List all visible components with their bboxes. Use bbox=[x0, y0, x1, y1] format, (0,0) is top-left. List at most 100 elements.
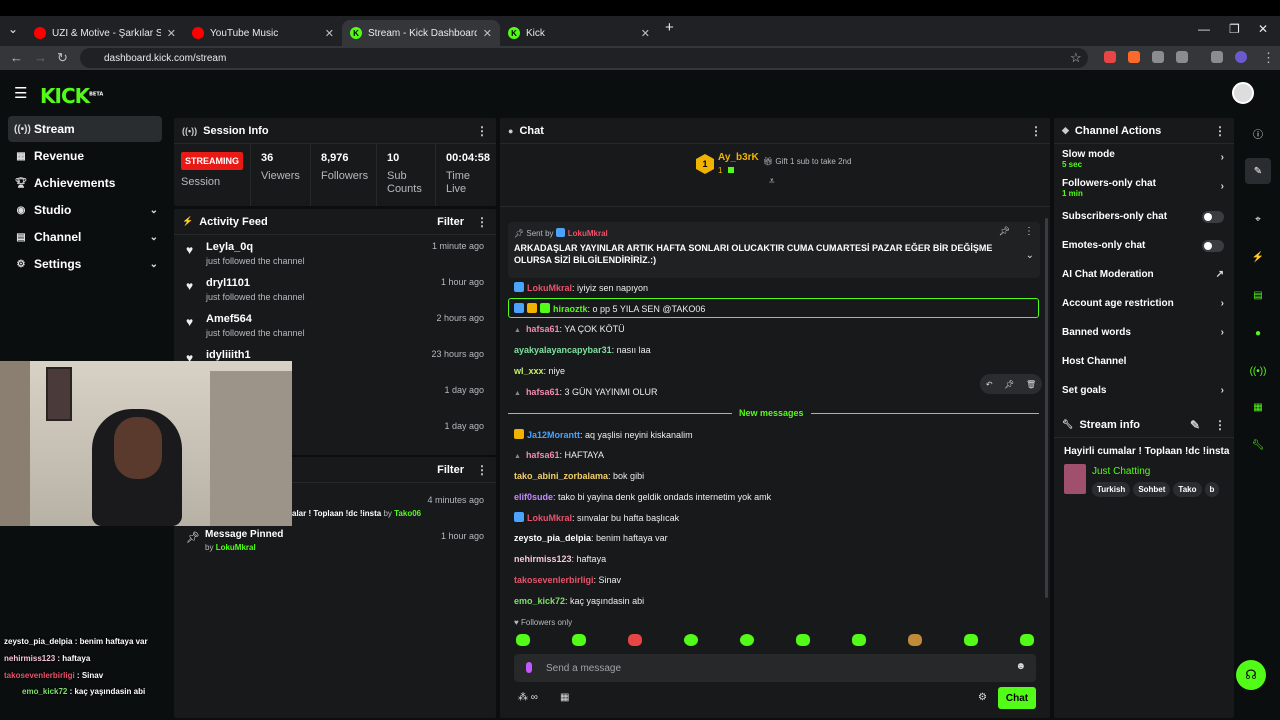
chat-message[interactable]: LokuMkral: iyiyiz sen napıyon bbox=[514, 282, 648, 293]
emotes-only-item[interactable]: Emotes-only chat bbox=[1054, 231, 1234, 260]
chat-message[interactable]: nehirmiss123: haftaya bbox=[514, 554, 606, 564]
tag[interactable]: Turkish bbox=[1092, 482, 1131, 497]
extension-icon[interactable] bbox=[1128, 51, 1140, 63]
chat-input[interactable]: Send a message ☻ bbox=[514, 654, 1036, 682]
new-tab-icon[interactable]: + bbox=[665, 19, 674, 36]
chat-message[interactable]: LokuMkral: sınvalar bu hafta başlıcak bbox=[514, 512, 679, 523]
send-chat-button[interactable]: Chat bbox=[998, 687, 1036, 709]
category-thumbnail[interactable] bbox=[1064, 464, 1086, 494]
emote-icon[interactable] bbox=[684, 634, 698, 646]
chat-user[interactable]: hafsa61 bbox=[526, 387, 560, 397]
chat-message[interactable]: ▲ hafsa61: 3 GÜN YAYINMI OLUR bbox=[514, 387, 658, 397]
emote-icon[interactable] bbox=[796, 634, 810, 646]
chat-user[interactable]: emo_kick72 bbox=[514, 596, 565, 606]
close-window-icon[interactable]: ✕ bbox=[1258, 22, 1268, 36]
banned-words-item[interactable]: Banned words › bbox=[1054, 318, 1234, 347]
microphone-icon[interactable] bbox=[526, 662, 532, 673]
close-icon[interactable]: ✕ bbox=[167, 27, 176, 40]
subscribers-only-item[interactable]: Subscribers-only chat bbox=[1054, 202, 1234, 231]
browser-tab-3[interactable]: K Stream - Kick Dashboard ✕ bbox=[342, 20, 500, 46]
chat-icon[interactable]: ● bbox=[1245, 320, 1271, 346]
extension-icon[interactable] bbox=[1152, 51, 1164, 63]
subscribers-only-toggle[interactable] bbox=[1202, 210, 1224, 223]
sidebar-item-studio[interactable]: ◉ Studio ⌄ bbox=[8, 197, 162, 223]
close-icon[interactable]: ✕ bbox=[483, 27, 492, 40]
chat-settings-gear-icon[interactable]: ⚙ bbox=[978, 692, 987, 703]
chat-message[interactable]: elif0sude: tako bi yayina denk geldik on… bbox=[514, 492, 771, 502]
browser-tab-2[interactable]: YouTube Music ✕ bbox=[184, 20, 342, 46]
tag[interactable]: b bbox=[1204, 482, 1220, 497]
sidebar-item-channel[interactable]: ▤ Channel ⌄ bbox=[8, 224, 162, 250]
chat-user[interactable]: ayakyalayancapybar31 bbox=[514, 345, 612, 355]
chat-message[interactable]: Ja12Morantt: aq yaşlisi neyini kiskanali… bbox=[514, 429, 693, 440]
reply-icon[interactable]: ↶ bbox=[986, 380, 993, 389]
tab-search-icon[interactable]: ⌄ bbox=[8, 22, 18, 36]
account-age-item[interactable]: Account age restriction › bbox=[1054, 289, 1234, 318]
url-input[interactable]: dashboard.kick.com/stream bbox=[80, 48, 1088, 68]
chat-user[interactable]: takosevenlerbirligi bbox=[514, 575, 594, 585]
chat-message[interactable]: takosevenlerbirligi: Sinav bbox=[514, 575, 621, 585]
points-icon[interactable]: ⁂ ∞ bbox=[518, 692, 538, 703]
close-icon[interactable]: ✕ bbox=[325, 27, 334, 40]
chat-message[interactable]: zeysto_pia_delpia: benim haftaya var bbox=[514, 533, 668, 543]
chat-user[interactable]: hiraoztk bbox=[553, 304, 588, 314]
kebab-icon[interactable]: ⋮ bbox=[476, 124, 488, 138]
sidebar-item-stream[interactable]: ((•)) Stream bbox=[8, 116, 162, 142]
chat-user[interactable]: hafsa61 bbox=[526, 324, 560, 334]
event-user[interactable]: LokuMkral bbox=[216, 543, 256, 552]
target-icon[interactable]: ⌖ bbox=[1245, 206, 1271, 232]
chevron-down-icon[interactable]: ⌄ bbox=[1026, 250, 1034, 261]
ai-moderation-item[interactable]: AI Chat Moderation ↗ bbox=[1054, 260, 1234, 289]
kebab-icon[interactable]: ⋮ bbox=[1030, 124, 1042, 138]
support-icon[interactable]: ☊ bbox=[1236, 660, 1266, 690]
minimize-icon[interactable]: — bbox=[1198, 22, 1210, 36]
emote-icon[interactable] bbox=[572, 634, 586, 646]
wrench-icon[interactable]: 🔧︎ bbox=[1245, 432, 1271, 458]
chat-message[interactable]: tako_abini_zorbalama: bok gibi bbox=[514, 471, 644, 481]
chat-user[interactable]: LokuMkral bbox=[527, 283, 572, 293]
emote-icon[interactable] bbox=[628, 634, 642, 646]
kebab-icon[interactable]: ⋮ bbox=[476, 463, 488, 477]
chat-message[interactable]: wl_xxx: niye bbox=[514, 366, 565, 376]
emotes-only-toggle[interactable] bbox=[1202, 239, 1224, 252]
chat-message[interactable]: ▲ hafsa61: HAFTAYA bbox=[514, 450, 604, 460]
emote-icon[interactable] bbox=[516, 634, 530, 646]
event-user[interactable]: Tako06 bbox=[394, 509, 421, 518]
browser-tab-1[interactable]: UZI & Motive - Şarkılar Sokakla ✕ bbox=[26, 20, 184, 46]
pin-icon[interactable]: 📌︎ bbox=[1004, 380, 1014, 389]
tag[interactable]: Tako bbox=[1173, 482, 1202, 497]
emoji-icon[interactable]: ☻ bbox=[1015, 661, 1026, 672]
media-icon[interactable] bbox=[1211, 51, 1223, 63]
browser-tab-4[interactable]: K Kick ✕ bbox=[500, 20, 658, 46]
chat-user[interactable]: zeysto_pia_delpia bbox=[514, 533, 591, 543]
unpin-icon[interactable]: 📌︎ bbox=[999, 226, 1010, 237]
edit-icon[interactable]: ✎ bbox=[1190, 418, 1200, 432]
trash-icon[interactable]: 🗑︎ bbox=[1026, 380, 1036, 389]
chat-user[interactable]: tako_abini_zorbalama bbox=[514, 471, 608, 481]
lightning-icon[interactable]: ⚡ bbox=[1245, 244, 1271, 270]
slow-mode-item[interactable]: Slow mode 5 sec › bbox=[1054, 144, 1234, 173]
pinned-user[interactable]: LokuMkral bbox=[568, 229, 608, 238]
chat-scrollbar[interactable] bbox=[1045, 218, 1048, 598]
chat-user[interactable]: LokuMkral bbox=[527, 513, 572, 523]
broadcast-icon[interactable]: ((•)) bbox=[1245, 358, 1271, 384]
forward-icon[interactable]: → bbox=[34, 50, 47, 65]
chat-user[interactable]: nehirmiss123 bbox=[514, 554, 572, 564]
emote-icon[interactable] bbox=[1020, 634, 1034, 646]
chat-user[interactable]: wl_xxx bbox=[514, 366, 544, 376]
tag[interactable]: Sohbet bbox=[1133, 482, 1171, 497]
emote-icon[interactable] bbox=[908, 634, 922, 646]
kebab-icon[interactable]: ⋮ bbox=[476, 215, 488, 229]
reload-icon[interactable]: ↻ bbox=[57, 50, 68, 66]
chat-message[interactable]: emo_kick72: kaç yaşındasin abi bbox=[514, 596, 644, 606]
kebab-icon[interactable]: ⋮ bbox=[1214, 418, 1226, 432]
chat-message[interactable]: ▲ hafsa61: YA ÇOK KÖTÜ bbox=[514, 324, 625, 334]
top-gifter-name[interactable]: Ay_b3rK bbox=[718, 152, 759, 163]
chat-user[interactable]: elif0sude bbox=[514, 492, 553, 502]
back-icon[interactable]: ← bbox=[10, 50, 23, 65]
chat-user[interactable]: Ja12Morantt bbox=[527, 430, 580, 440]
menu-icon[interactable]: ⋮ bbox=[1262, 50, 1275, 66]
bookmark-star-icon[interactable]: ☆ bbox=[1070, 50, 1082, 66]
sidebar-item-achievements[interactable]: 🏆︎ Achievements bbox=[8, 170, 162, 196]
layout-icon[interactable]: ▦ bbox=[1245, 394, 1271, 420]
